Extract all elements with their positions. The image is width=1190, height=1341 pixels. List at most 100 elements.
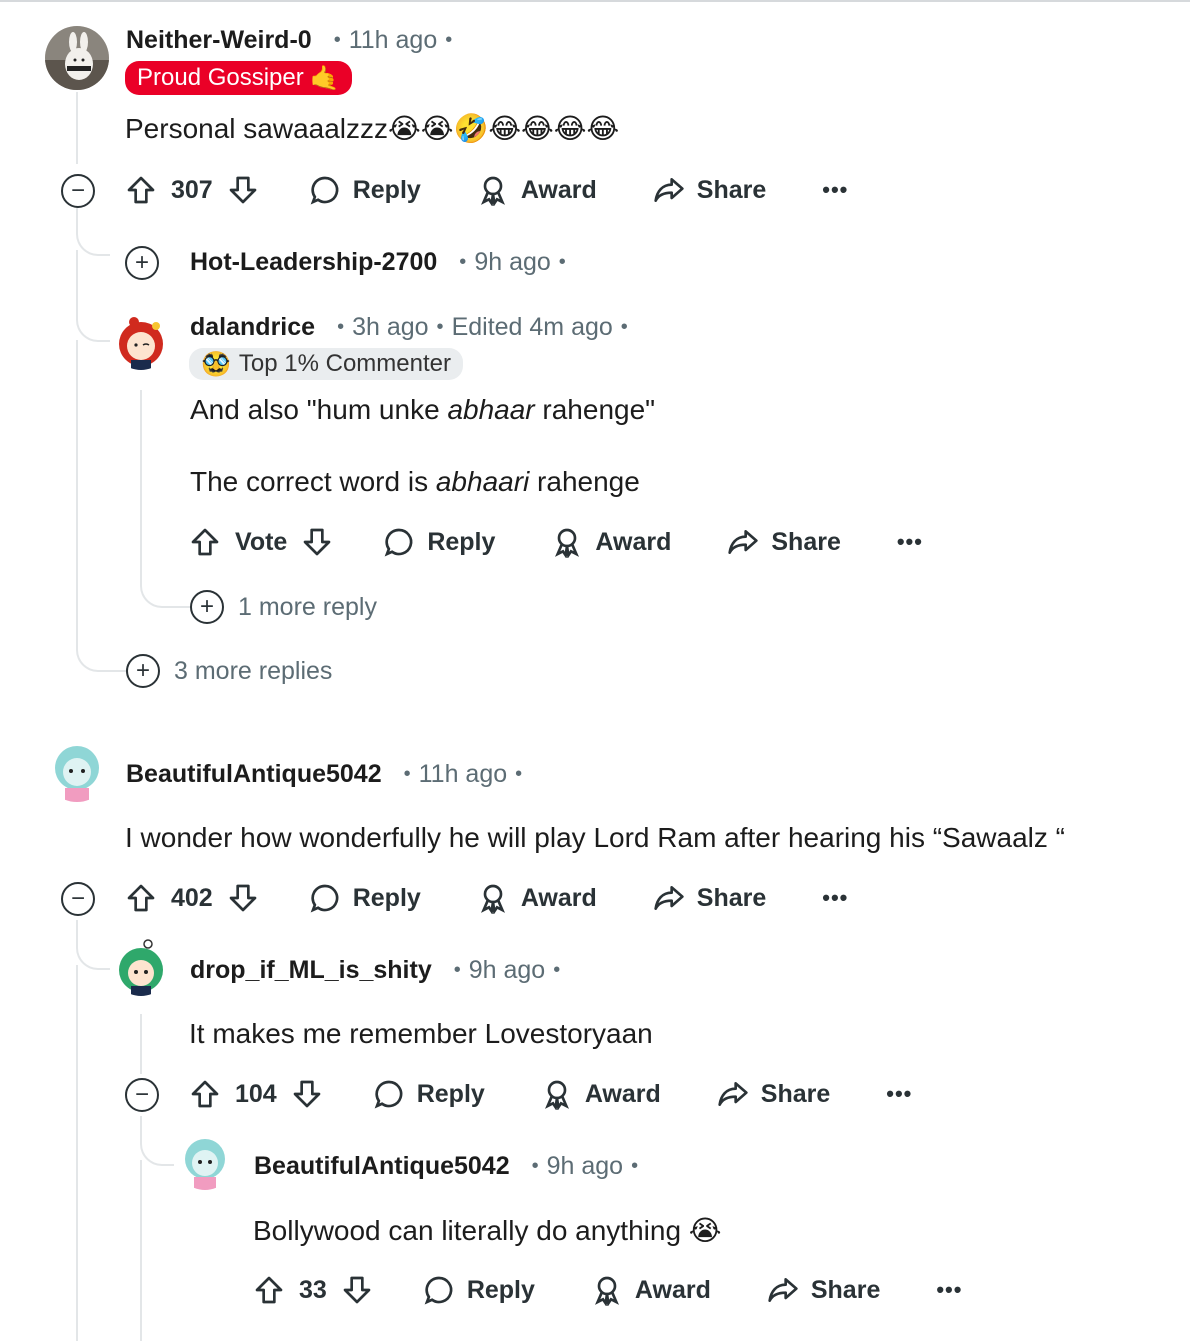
text-segment: rahenge"	[534, 394, 656, 425]
more-options-button[interactable]: •••	[886, 1081, 912, 1107]
separator-dot: •	[531, 1155, 539, 1177]
more-replies-link[interactable]: + 1 more reply	[190, 590, 377, 624]
upvote-icon[interactable]	[125, 882, 157, 914]
edited-timestamp: Edited 4m ago	[451, 313, 613, 341]
share-button[interactable]: Share	[727, 526, 841, 558]
downvote-icon[interactable]	[227, 882, 259, 914]
downvote-icon[interactable]	[227, 174, 259, 206]
separator-dot: •	[436, 316, 444, 338]
user-flair: 🥸 Top 1% Commenter	[189, 348, 463, 380]
separator-dot: •	[515, 763, 523, 785]
share-button[interactable]: Share	[717, 1078, 830, 1110]
disguise-emoji-icon: 🥸	[201, 350, 231, 378]
hand-emoji-icon: 🤙	[309, 64, 340, 92]
award-icon	[594, 1276, 619, 1306]
share-label: Share	[771, 527, 841, 556]
avatar[interactable]	[45, 26, 109, 90]
comment-body: Personal sawaaalzzz😭😭🤣😂😂😂😂	[125, 113, 620, 144]
downvote-icon[interactable]	[341, 1274, 373, 1306]
text-segment: And also "hum unke	[190, 394, 448, 425]
timestamp[interactable]: 11h ago	[419, 760, 508, 789]
thread-line	[140, 1160, 142, 1341]
reply-button[interactable]: Reply	[309, 174, 421, 206]
avatar[interactable]	[45, 738, 109, 802]
separator-dot: •	[453, 959, 461, 981]
award-button[interactable]: Award	[477, 174, 597, 206]
user-flair: Proud Gossiper 🤙	[125, 61, 352, 95]
award-label: Award	[634, 1275, 711, 1304]
separator-dot: •	[333, 29, 341, 51]
downvote-icon[interactable]	[301, 526, 333, 558]
reply-label: Reply	[427, 527, 496, 556]
upvote-icon[interactable]	[189, 1078, 221, 1110]
timestamp[interactable]: 9h ago	[474, 248, 550, 277]
reply-bubble-icon	[310, 884, 339, 913]
more-replies-label: 1 more reply	[238, 592, 377, 621]
award-button[interactable]: Award	[541, 1078, 661, 1110]
share-label: Share	[760, 1079, 831, 1108]
reply-button[interactable]: Reply	[423, 1274, 535, 1306]
separator-dot: •	[337, 316, 345, 338]
reply-label: Reply	[466, 1275, 535, 1304]
share-arrow-icon	[654, 886, 684, 910]
upvote-icon[interactable]	[189, 526, 221, 558]
award-button[interactable]: Award	[551, 526, 671, 558]
thread-line	[140, 1014, 142, 1074]
award-icon	[480, 884, 505, 914]
more-replies-link[interactable]: + 3 more replies	[126, 654, 332, 688]
vote-count: 104	[235, 1079, 277, 1108]
username[interactable]: Neither-Weird-0	[126, 26, 312, 55]
flair-label: Proud Gossiper	[137, 64, 304, 91]
username[interactable]: BeautifulAntique5042	[126, 760, 382, 789]
share-button[interactable]: Share	[767, 1274, 880, 1306]
more-options-button[interactable]: •••	[936, 1277, 962, 1303]
comment-body: It makes me remember Lovestoryaan	[189, 1018, 653, 1049]
thread-line	[140, 390, 142, 560]
reply-button[interactable]: Reply	[373, 1078, 485, 1110]
timestamp[interactable]: 3h ago	[352, 313, 428, 342]
collapse-thread-button[interactable]: −	[61, 174, 95, 208]
comment-body: Bollywood can literally do anything 😭	[253, 1215, 722, 1246]
thread-line	[140, 1126, 174, 1166]
reply-button[interactable]: Reply	[309, 882, 421, 914]
thread-line	[76, 965, 78, 1341]
more-options-button[interactable]: •••	[897, 529, 923, 555]
thread-line	[76, 92, 78, 164]
award-icon	[555, 528, 580, 558]
username[interactable]: Hot-Leadership-2700	[190, 248, 437, 277]
separator-dot: •	[403, 763, 411, 785]
reply-bubble-icon	[310, 176, 339, 205]
separator-dot: •	[558, 251, 566, 273]
expand-thread-button[interactable]: +	[125, 246, 159, 280]
collapse-thread-button[interactable]: −	[125, 1078, 159, 1112]
award-button[interactable]: Award	[591, 1274, 711, 1306]
more-options-button[interactable]: •••	[822, 177, 848, 203]
avatar[interactable]	[112, 938, 170, 996]
collapse-thread-button[interactable]: −	[61, 882, 95, 916]
username[interactable]: dalandrice	[190, 313, 315, 342]
avatar[interactable]	[112, 312, 170, 370]
separator-dot: •	[445, 29, 453, 51]
award-button[interactable]: Award	[477, 882, 597, 914]
thread-line	[76, 930, 110, 970]
share-button[interactable]: Share	[653, 174, 766, 206]
award-label: Award	[520, 883, 597, 912]
timestamp[interactable]: 9h ago	[547, 1152, 623, 1181]
downvote-icon[interactable]	[291, 1078, 323, 1110]
upvote-icon[interactable]	[253, 1274, 285, 1306]
award-icon	[544, 1080, 569, 1110]
text-segment: The correct word is	[190, 466, 436, 497]
username[interactable]: BeautifulAntique5042	[254, 1152, 510, 1181]
reply-button[interactable]: Reply	[383, 526, 495, 558]
share-label: Share	[696, 883, 767, 912]
avatar[interactable]	[176, 1132, 234, 1190]
reply-label: Reply	[416, 1079, 485, 1108]
timestamp[interactable]: 9h ago	[469, 956, 545, 985]
upvote-icon[interactable]	[125, 174, 157, 206]
timestamp[interactable]: 11h ago	[349, 26, 438, 55]
more-options-button[interactable]: •••	[822, 885, 848, 911]
share-button[interactable]: Share	[653, 882, 766, 914]
more-replies-label: 3 more replies	[174, 656, 333, 685]
username[interactable]: drop_if_ML_is_shity	[190, 956, 432, 985]
comment-body: I wonder how wonderfully he will play Lo…	[125, 822, 1065, 853]
